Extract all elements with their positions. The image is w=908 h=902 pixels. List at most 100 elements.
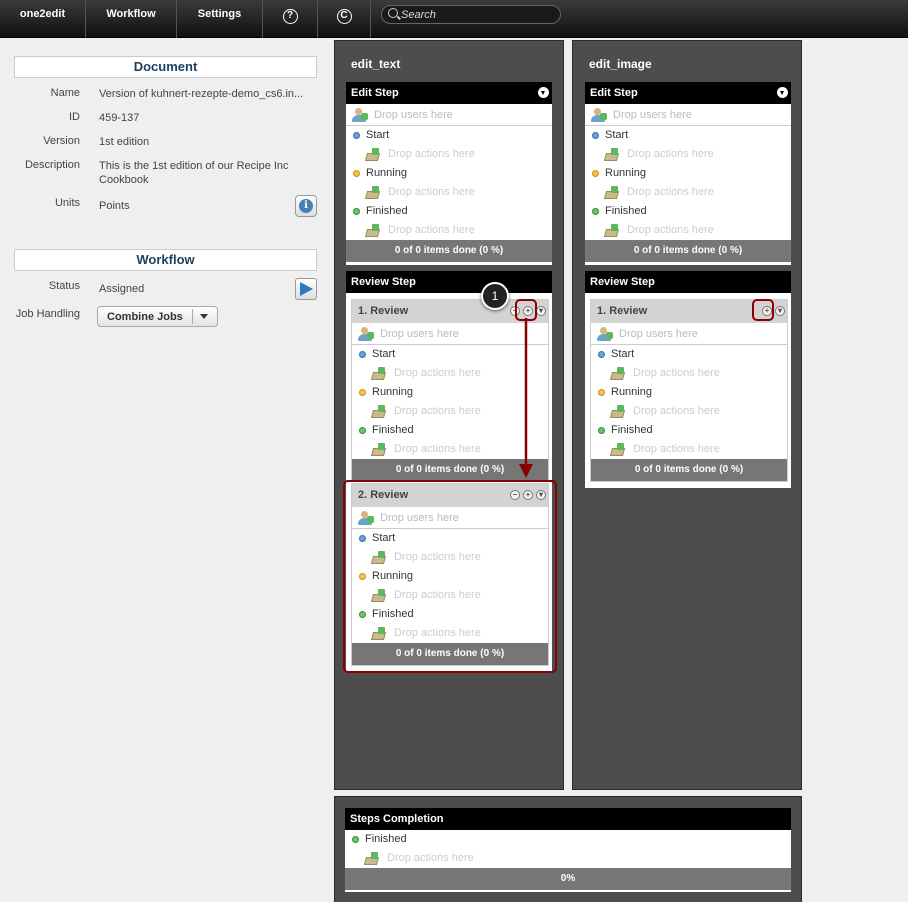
- search-input[interactable]: [401, 7, 556, 22]
- workflow-heading: Workflow: [14, 249, 317, 271]
- info-icon: i: [299, 199, 313, 213]
- action-icon: [603, 186, 621, 199]
- action-icon: [364, 186, 382, 199]
- action-icon: [364, 224, 382, 237]
- action-icon: [609, 367, 627, 380]
- state-running: Running: [591, 383, 787, 402]
- drop-actions-zone[interactable]: Drop actions here: [591, 402, 787, 421]
- column-title: edit_text: [351, 57, 401, 71]
- step-progress: 0 of 0 items done (0 %): [591, 459, 787, 481]
- drop-actions-zone[interactable]: Drop actions here: [346, 145, 552, 164]
- edit-step-header: Edit Step: [585, 82, 791, 104]
- copyright-button[interactable]: C: [318, 0, 371, 38]
- drop-users-zone[interactable]: Drop users here: [585, 104, 791, 126]
- state-finished: Finished: [591, 421, 787, 440]
- drop-actions-zone[interactable]: Drop actions here: [591, 440, 787, 459]
- description-label: Description: [24, 159, 80, 171]
- start-dot-icon: [592, 132, 599, 139]
- state-running: Running: [346, 164, 552, 183]
- step-progress: 0 of 0 items done (0 %): [346, 240, 552, 262]
- drop-actions-zone[interactable]: Drop actions here: [345, 849, 791, 868]
- start-dot-icon: [598, 351, 605, 358]
- drop-actions-zone[interactable]: Drop actions here: [346, 183, 552, 202]
- status-label: Status: [48, 280, 80, 292]
- state-start: Start: [585, 126, 791, 145]
- action-icon: [603, 224, 621, 237]
- chevron-down-icon: [200, 314, 208, 319]
- users-icon: [358, 327, 374, 341]
- running-dot-icon: [598, 389, 605, 396]
- name-label: Name: [50, 87, 80, 99]
- drop-actions-zone[interactable]: Drop actions here: [585, 145, 791, 164]
- drop-actions-zone[interactable]: Drop actions here: [346, 221, 552, 240]
- running-dot-icon: [353, 170, 360, 177]
- drop-users-zone[interactable]: Drop users here: [591, 323, 787, 345]
- highlight-add-button: [752, 299, 774, 321]
- id-label: ID: [69, 111, 80, 123]
- action-icon: [609, 405, 627, 418]
- version-label: Version: [43, 135, 80, 147]
- arrow-annotation: [519, 318, 533, 478]
- finished-dot-icon: [353, 208, 360, 215]
- state-finished: Finished: [346, 202, 552, 221]
- job-handling-value: Combine Jobs: [107, 311, 183, 323]
- action-icon: [363, 852, 381, 865]
- top-nav-bar: one2edit Workflow Settings ? C: [0, 0, 908, 38]
- review-sub-panel: 1. Review + ▾ Drop users here Start Drop…: [590, 299, 788, 482]
- finished-dot-icon: [592, 208, 599, 215]
- units-info-button[interactable]: i: [295, 195, 317, 217]
- edit-step-panel: Edit Step Drop users here Start Drop act…: [346, 82, 552, 265]
- drop-users-zone[interactable]: Drop users here: [346, 104, 552, 126]
- edit-step-header: Edit Step: [346, 82, 552, 104]
- help-button[interactable]: ?: [263, 0, 318, 38]
- start-dot-icon: [353, 132, 360, 139]
- running-dot-icon: [592, 170, 599, 177]
- state-finished: Finished: [585, 202, 791, 221]
- step-menu-icon[interactable]: [777, 87, 788, 98]
- review-step-header: Review Step: [585, 271, 791, 293]
- workflow-menu[interactable]: Workflow: [86, 0, 177, 38]
- step-progress: 0 of 0 items done (0 %): [585, 240, 791, 262]
- name-value: Version of kuhnert-rezepte-demo_cs6.in..…: [99, 88, 304, 100]
- state-start: Start: [346, 126, 552, 145]
- running-dot-icon: [359, 389, 366, 396]
- action-icon: [370, 443, 388, 456]
- finished-dot-icon: [352, 836, 359, 843]
- chevron-down-icon[interactable]: ▾: [775, 306, 785, 316]
- step-number-badge: 1: [481, 282, 509, 310]
- action-icon: [370, 405, 388, 418]
- completion-progress: 0%: [345, 868, 791, 890]
- steps-completion-panel: Steps Completion Finished Drop actions h…: [345, 808, 791, 892]
- help-icon: ?: [282, 9, 298, 24]
- edit-step-panel: Edit Step Drop users here Start Drop act…: [585, 82, 791, 265]
- steps-completion-header: Steps Completion: [345, 808, 791, 830]
- action-icon: [603, 148, 621, 161]
- copyright-icon: C: [336, 9, 352, 24]
- units-label: Units: [54, 197, 80, 209]
- drop-actions-zone[interactable]: Drop actions here: [585, 221, 791, 240]
- finished-dot-icon: [598, 427, 605, 434]
- users-icon: [352, 108, 368, 122]
- version-value: 1st edition: [99, 136, 150, 148]
- column-title: edit_image: [589, 57, 652, 71]
- play-icon: [300, 282, 313, 296]
- search-icon: [388, 8, 398, 18]
- review-step-header: Review Step: [346, 271, 552, 293]
- step-menu-icon[interactable]: [538, 87, 549, 98]
- id-value: 459-137: [99, 112, 140, 124]
- settings-menu[interactable]: Settings: [177, 0, 263, 38]
- chevron-down-icon[interactable]: ▾: [536, 306, 546, 316]
- drop-actions-zone[interactable]: Drop actions here: [585, 183, 791, 202]
- status-value: Assigned: [99, 283, 145, 295]
- state-finished: Finished: [345, 830, 791, 849]
- action-icon: [364, 148, 382, 161]
- action-icon: [370, 367, 388, 380]
- app-menu[interactable]: one2edit: [0, 0, 86, 38]
- drop-actions-zone[interactable]: Drop actions here: [591, 364, 787, 383]
- job-handling-select[interactable]: Combine Jobs: [97, 306, 218, 327]
- start-dot-icon: [359, 351, 366, 358]
- start-workflow-button[interactable]: [295, 278, 317, 300]
- units-value: Points: [99, 200, 130, 212]
- job-handling-label: Job Handling: [15, 308, 80, 320]
- state-start: Start: [591, 345, 787, 364]
